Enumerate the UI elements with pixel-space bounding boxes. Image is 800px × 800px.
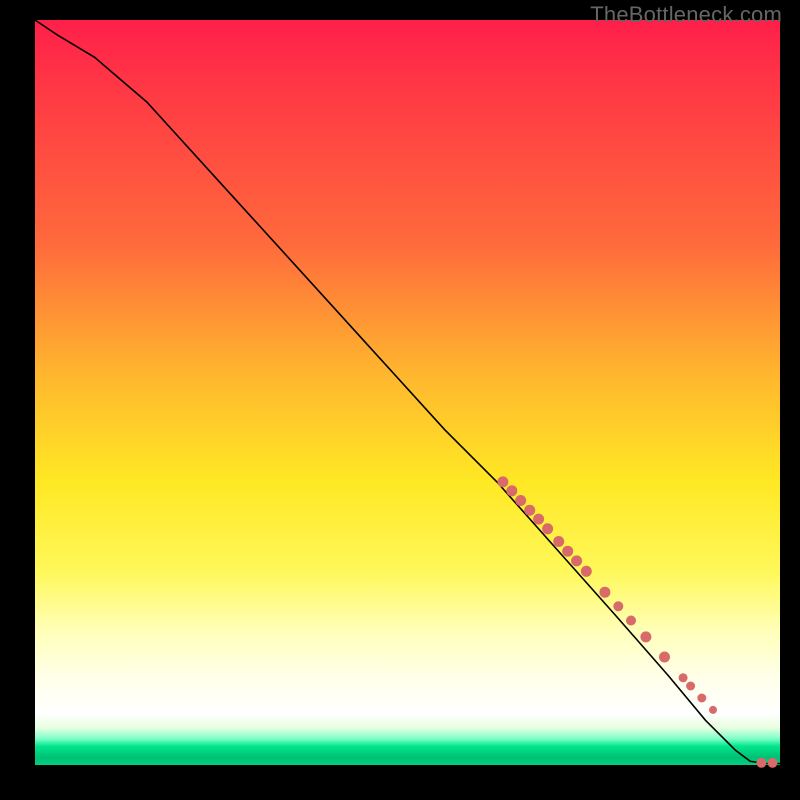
data-point <box>553 536 564 547</box>
data-point <box>756 758 766 768</box>
data-point <box>497 476 508 487</box>
watermark-text: TheBottleneck.com <box>590 2 782 28</box>
data-point <box>640 631 651 642</box>
data-point <box>506 485 517 496</box>
scatter-points <box>497 476 777 767</box>
data-point <box>581 566 592 577</box>
trend-curve <box>35 20 780 764</box>
data-point <box>613 601 623 611</box>
data-point <box>542 523 553 534</box>
data-point <box>686 682 695 691</box>
data-point <box>524 505 535 516</box>
data-point <box>571 555 582 566</box>
plot-area <box>35 20 780 765</box>
data-point <box>768 758 778 768</box>
data-point <box>697 694 706 703</box>
data-point <box>515 495 526 506</box>
data-point <box>659 652 670 663</box>
data-point <box>679 673 688 682</box>
data-point <box>709 706 717 714</box>
data-point <box>599 587 610 598</box>
data-point <box>562 546 573 557</box>
data-point <box>533 514 544 525</box>
chart-container: TheBottleneck.com <box>0 0 800 800</box>
data-point <box>626 616 636 626</box>
chart-svg <box>35 20 780 765</box>
